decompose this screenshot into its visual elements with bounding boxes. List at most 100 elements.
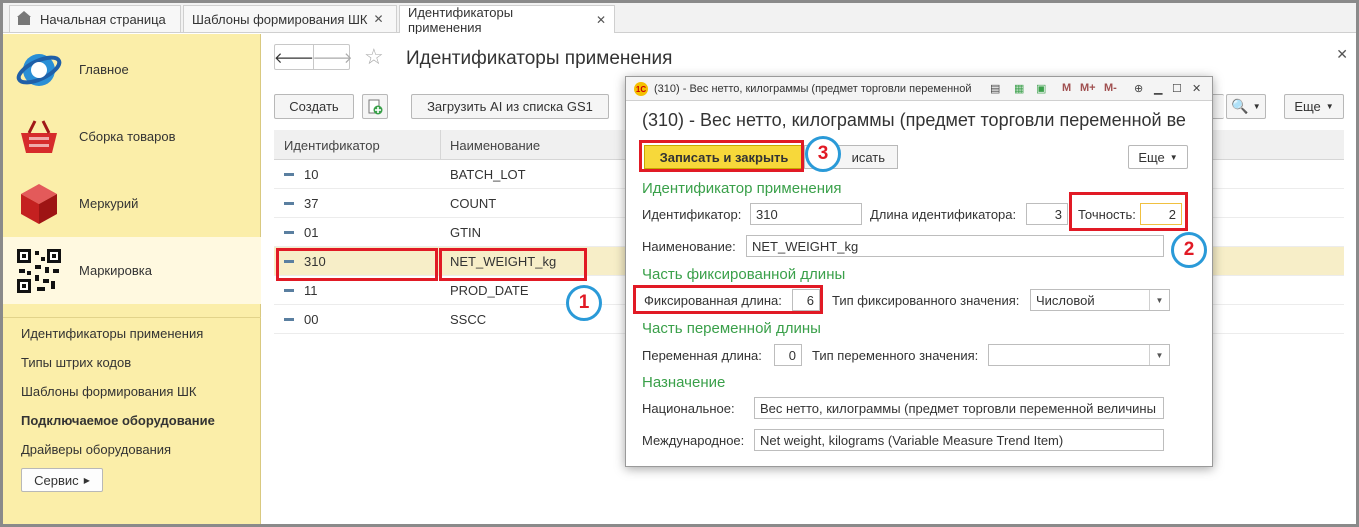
memory-minus-icon[interactable]: M- bbox=[1104, 82, 1117, 94]
highlight-box-fixed-length bbox=[633, 285, 823, 314]
back-icon[interactable]: 🡐 bbox=[274, 45, 314, 69]
annotation-marker-1: 1 bbox=[566, 285, 602, 321]
dialog-more-button[interactable]: Еще ▼ bbox=[1128, 145, 1188, 169]
service-button-label: Сервис bbox=[34, 472, 79, 488]
annotation-marker-2: 2 bbox=[1171, 232, 1207, 268]
tab-bar: Начальная страница Шаблоны формирования … bbox=[3, 3, 1356, 35]
highlight-box-save bbox=[639, 140, 804, 172]
add-copy-icon bbox=[368, 99, 383, 114]
calculator-icon[interactable]: ▦ bbox=[1014, 82, 1024, 95]
dialog-heading: (310) - Вес нетто, килограммы (предмет т… bbox=[642, 110, 1186, 130]
row-marker-icon bbox=[284, 231, 294, 234]
var-length-label: Переменная длина: bbox=[642, 348, 762, 363]
tab-label: Идентификаторы применения bbox=[408, 4, 514, 35]
annotation-marker-3: 3 bbox=[805, 136, 841, 172]
sidebar-section-label: Меркурий bbox=[79, 196, 139, 211]
row-marker-icon bbox=[284, 202, 294, 205]
chevron-down-icon: ▼ bbox=[1325, 102, 1334, 111]
sidebar-link-barcode-types[interactable]: Типы штрих кодов bbox=[21, 355, 131, 370]
id-length-label: Длина идентификатора: bbox=[870, 207, 1017, 222]
sidebar-section-main[interactable]: Главное bbox=[3, 36, 261, 103]
minimize-icon[interactable]: ▁ bbox=[1154, 82, 1162, 95]
national-label: Национальное: bbox=[642, 401, 735, 416]
chevron-down-icon[interactable]: ▼ bbox=[1149, 345, 1169, 365]
tab-identifiers[interactable]: Идентификаторы применения ✕ bbox=[399, 4, 615, 35]
zoom-icon[interactable]: ⊕ bbox=[1134, 82, 1143, 95]
create-button[interactable]: Создать bbox=[274, 94, 354, 119]
sidebar-section-assembly[interactable]: Сборка товаров bbox=[3, 103, 261, 170]
group-variable-heading: Часть переменной длины bbox=[642, 320, 821, 337]
nav-buttons: 🡐 🡒 bbox=[274, 44, 353, 70]
basket-icon bbox=[21, 119, 57, 153]
load-gs1-button[interactable]: Загрузить AI из списка GS1 bbox=[411, 94, 609, 119]
service-button[interactable]: Сервис ▶ bbox=[21, 468, 103, 492]
tab-home[interactable]: Начальная страница bbox=[9, 5, 181, 32]
row-identifier: 11 bbox=[304, 283, 318, 298]
sidebar-link-barcode-templates[interactable]: Шаблоны формирования ШК bbox=[21, 384, 197, 399]
dialog-window-title: (310) - Вес нетто, килограммы (предмет т… bbox=[654, 83, 972, 95]
column-name[interactable]: Наименование bbox=[450, 138, 540, 153]
name-label: Наименование: bbox=[642, 239, 736, 254]
sidebar-section-label: Маркировка bbox=[79, 263, 152, 278]
chevron-down-icon: ▼ bbox=[1169, 152, 1178, 162]
row-name: GTIN bbox=[450, 225, 482, 240]
var-length-field[interactable]: 0 bbox=[774, 344, 802, 366]
sidebar-section-mercury[interactable]: Меркурий bbox=[3, 170, 261, 237]
close-icon[interactable]: ✕ bbox=[596, 13, 606, 27]
app-logo-icon: 1С bbox=[634, 82, 648, 96]
group-identifier-heading: Идентификатор применения bbox=[642, 180, 842, 197]
row-identifier: 01 bbox=[304, 225, 319, 240]
tab-label: Начальная страница bbox=[40, 11, 166, 27]
tab-label: Шаблоны формирования ШК bbox=[192, 11, 368, 27]
sidebar-link-identifiers[interactable]: Идентификаторы применения bbox=[21, 326, 203, 341]
sidebar-link-equipment[interactable]: Подключаемое оборудование bbox=[21, 413, 215, 428]
group-fixed-heading: Часть фиксированной длины bbox=[642, 266, 846, 283]
more-button[interactable]: Еще ▼ bbox=[1284, 94, 1344, 119]
qr-code-icon bbox=[17, 248, 61, 293]
sidebar: Главное Сборка товаров Меркурий Маркиров… bbox=[3, 34, 261, 524]
sidebar-section-label: Главное bbox=[79, 62, 129, 77]
memory-icon[interactable]: M bbox=[1062, 82, 1071, 94]
id-length-field[interactable]: 3 bbox=[1026, 203, 1068, 225]
sidebar-link-drivers[interactable]: Драйверы оборудования bbox=[21, 442, 171, 457]
favorite-star-icon[interactable]: ☆ bbox=[364, 44, 384, 70]
row-name: PROD_DATE bbox=[450, 283, 529, 298]
var-type-select[interactable]: ▼ bbox=[988, 344, 1170, 366]
more-button-label: Еще bbox=[1294, 99, 1321, 114]
print-icon[interactable]: ▤ bbox=[990, 82, 1000, 95]
calendar-icon[interactable]: ▣ bbox=[1036, 82, 1046, 95]
home-icon bbox=[17, 11, 32, 25]
forward-icon[interactable]: 🡒 bbox=[312, 45, 353, 69]
column-divider bbox=[440, 130, 441, 160]
national-field[interactable]: Вес нетто, килограммы (предмет торговли … bbox=[754, 397, 1164, 419]
close-icon[interactable]: ✕ bbox=[1336, 46, 1348, 63]
sidebar-section-marking[interactable]: Маркировка bbox=[3, 237, 261, 304]
add-copy-button[interactable] bbox=[362, 94, 388, 119]
identifier-field[interactable]: 310 bbox=[750, 203, 862, 225]
search-button[interactable]: 🔍 ▼ bbox=[1226, 94, 1266, 119]
highlight-box-precision bbox=[1069, 192, 1188, 231]
fixed-type-select[interactable]: Числовой ▼ bbox=[1030, 289, 1170, 311]
name-field[interactable]: NET_WEIGHT_kg bbox=[746, 235, 1164, 257]
close-icon[interactable]: ✕ bbox=[1192, 82, 1201, 95]
dialog-titlebar: 1С (310) - Вес нетто, килограммы (предме… bbox=[626, 77, 1212, 101]
fixed-type-value: Числовой bbox=[1036, 293, 1095, 308]
memory-plus-icon[interactable]: M+ bbox=[1080, 82, 1096, 94]
maximize-icon[interactable]: ☐ bbox=[1172, 82, 1182, 95]
row-marker-icon bbox=[284, 173, 294, 176]
row-name: BATCH_LOT bbox=[450, 167, 526, 182]
row-identifier: 10 bbox=[304, 167, 319, 182]
globe-icon bbox=[16, 53, 62, 86]
var-type-label: Тип переменного значения: bbox=[812, 348, 979, 363]
tab-barcode-templates[interactable]: Шаблоны формирования ШК ✕ bbox=[183, 5, 397, 32]
chevron-down-icon[interactable]: ▼ bbox=[1149, 290, 1169, 310]
highlight-box-id bbox=[276, 248, 438, 281]
sidebar-section-label: Сборка товаров bbox=[79, 129, 176, 144]
column-identifier[interactable]: Идентификатор bbox=[284, 138, 380, 153]
row-marker-icon bbox=[284, 318, 294, 321]
international-field[interactable]: Net weight, kilograms (Variable Measure … bbox=[754, 429, 1164, 451]
group-purpose-heading: Назначение bbox=[642, 374, 726, 391]
chevron-down-icon: ▼ bbox=[1252, 102, 1261, 111]
close-icon[interactable]: ✕ bbox=[374, 12, 384, 26]
row-name: SSCC bbox=[450, 312, 487, 327]
